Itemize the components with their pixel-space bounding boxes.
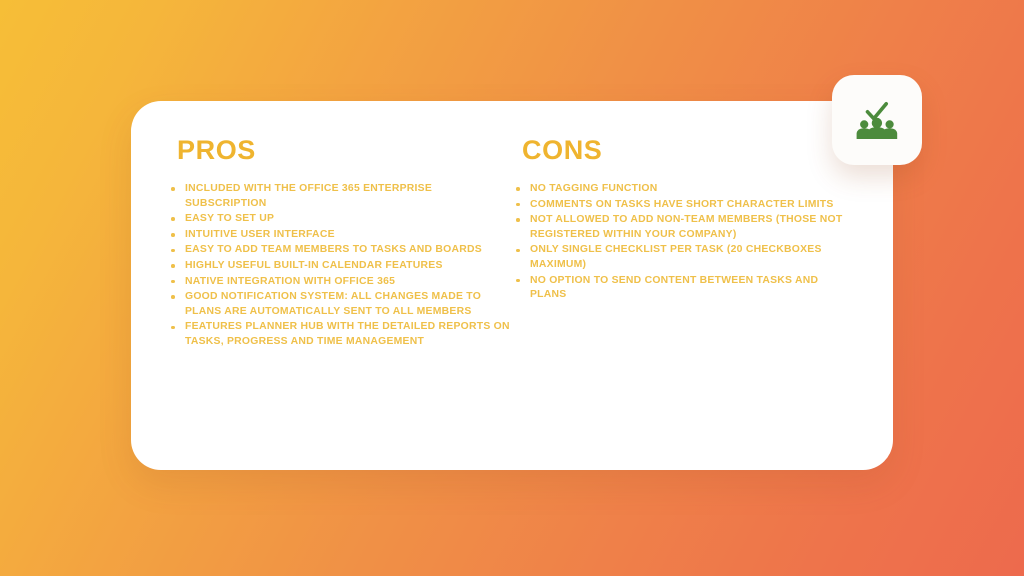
list-item-label: NATIVE INTEGRATION WITH OFFICE 365 (185, 275, 396, 287)
cons-title: CONS (522, 135, 603, 165)
list-item: ONLY SINGLE CHECKLIST PER TASK (20 CHECK… (512, 243, 857, 272)
list-item-label: NOT ALLOWED TO ADD NON-TEAM MEMBERS (THO… (530, 214, 843, 240)
list-item-label: EASY TO ADD TEAM MEMBERS TO TASKS AND BO… (185, 244, 482, 256)
list-item-label: INTUITIVE USER INTERFACE (185, 228, 335, 240)
list-item: GOOD NOTIFICATION SYSTEM: ALL CHANGES MA… (167, 290, 512, 319)
bullet-dot-icon (171, 248, 175, 253)
list-item: NO TAGGING FUNCTION (512, 182, 857, 197)
list-item-label: INCLUDED WITH THE OFFICE 365 ENTERPRISE … (185, 183, 433, 209)
bullet-dot-icon (171, 187, 175, 191)
list-item: NOT ALLOWED TO ADD NON-TEAM MEMBERS (THO… (512, 213, 857, 242)
cons-list: NO TAGGING FUNCTION COMMENTS ON TASKS HAV… (512, 182, 857, 303)
bullet-dot-icon (516, 187, 520, 191)
bullet-dot-icon (171, 295, 175, 299)
list-item-label: NO TAGGING FUNCTION (530, 183, 658, 194)
pros-cons-card: PROS INCLUDED WITH THE OFFICE 365 ENTERP… (131, 101, 893, 470)
bullet-dot-icon (171, 217, 175, 221)
list-item: EASY TO ADD TEAM MEMBERS TO TASKS AND BO… (167, 243, 512, 258)
bullet-dot-icon (171, 232, 175, 237)
bullet-dot-icon (171, 325, 175, 330)
pros-title: PROS (177, 135, 256, 165)
bullet-dot-icon (171, 264, 175, 268)
list-item-label: COMMENTS ON TASKS HAVE SHORT CHARACTER L… (530, 198, 834, 210)
list-item: INTUITIVE USER INTERFACE (167, 228, 512, 243)
bullet-dot-icon (171, 279, 175, 284)
list-item: FEATURES PLANNER HUB WITH THE DETAILED R… (167, 320, 512, 349)
list-item-label: ONLY SINGLE CHECKLIST PER TASK (20 CHECK… (530, 244, 822, 270)
team-approved-icon (854, 100, 900, 140)
list-item-label: NO OPTION TO SEND CONTENT BETWEEN TASKS … (530, 274, 819, 301)
bullet-dot-icon (516, 218, 520, 222)
pros-column: PROS INCLUDED WITH THE OFFICE 365 ENTERP… (167, 137, 512, 470)
slide-canvas: PROS INCLUDED WITH THE OFFICE 365 ENTERP… (0, 0, 1024, 576)
card-columns: PROS INCLUDED WITH THE OFFICE 365 ENTERP… (131, 101, 893, 470)
list-item: NATIVE INTEGRATION WITH OFFICE 365 (167, 275, 512, 290)
list-item-label: EASY TO SET UP (185, 213, 275, 225)
bullet-dot-icon (516, 248, 520, 253)
list-item: NO OPTION TO SEND CONTENT BETWEEN TASKS … (512, 274, 857, 303)
pros-list: INCLUDED WITH THE OFFICE 365 ENTERPRISE … (167, 182, 512, 350)
team-approved-badge (832, 75, 922, 165)
cons-column: CONS NO TAGGING FUNCTION COMMENTS ON TASK… (512, 137, 857, 470)
list-item: HIGHLY USEFUL BUILT-IN CALENDAR FEATURES (167, 259, 512, 274)
list-item-label: HIGHLY USEFUL BUILT-IN CALENDAR FEATURES (185, 259, 443, 271)
list-item: EASY TO SET UP (167, 212, 512, 227)
list-item: INCLUDED WITH THE OFFICE 365 ENTERPRISE … (167, 182, 512, 211)
list-item-label: GOOD NOTIFICATION SYSTEM: ALL CHANGES MA… (185, 291, 482, 317)
bullet-dot-icon (516, 278, 520, 283)
bullet-dot-icon (516, 202, 520, 207)
list-item-label: FEATURES PLANNER HUB WITH THE DETAILED R… (185, 321, 510, 347)
list-item: COMMENTS ON TASKS HAVE SHORT CHARACTER L… (512, 198, 857, 213)
